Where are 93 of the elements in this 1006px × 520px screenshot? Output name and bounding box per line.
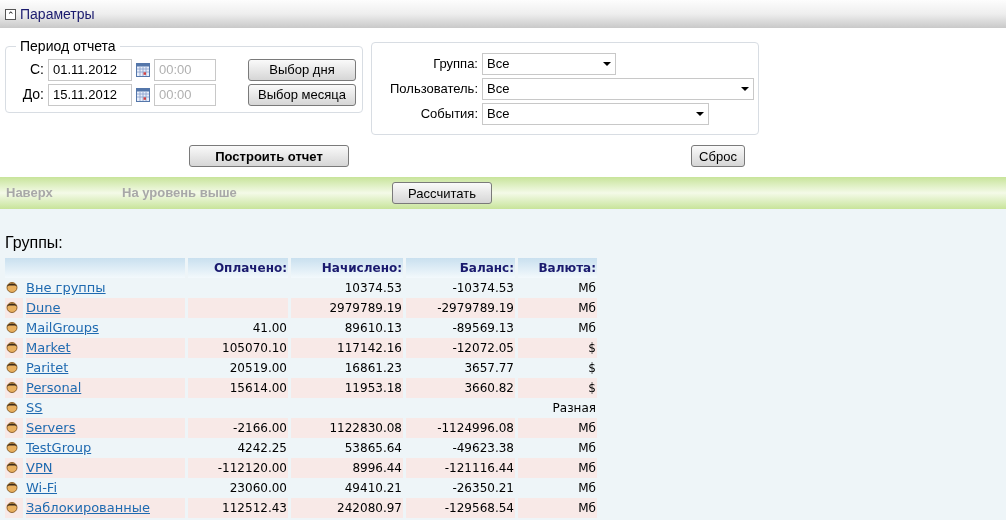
column-header: Начислено: [291, 258, 403, 278]
calendar-icon[interactable] [136, 62, 150, 77]
header-title: Параметры [20, 4, 95, 24]
date-label: С: [29, 60, 44, 79]
table-cell: 242080.97 [337, 501, 402, 515]
group-link[interactable]: SS [26, 400, 43, 416]
table-cell: Мб [578, 281, 596, 295]
calculate-button[interactable]: Рассчитать [392, 182, 492, 204]
groups-title: Группы: [5, 233, 64, 253]
time-field[interactable]: 00:00 [154, 83, 216, 106]
table-cell: -49623.38 [452, 441, 514, 455]
caret-icon [696, 112, 704, 116]
table-cell: -1124996.08 [437, 421, 514, 435]
caret-icon [741, 87, 749, 91]
table-cell: 8996.44 [352, 461, 402, 475]
table-cell: 53865.64 [344, 441, 402, 455]
table-cell: Мб [578, 321, 596, 335]
user-icon [5, 341, 19, 355]
table-cell: -2166.00 [233, 421, 287, 435]
table-cell: -12072.05 [452, 341, 514, 355]
user-icon [5, 461, 19, 475]
user-icon [5, 381, 19, 395]
table-cell: 105070.10 [222, 341, 287, 355]
table-cell: 112512.43 [222, 501, 287, 515]
table-cell: 10374.53 [344, 281, 402, 295]
table-cell: -121116.44 [444, 461, 514, 475]
user-icon [5, 421, 19, 435]
table-cell: 23060.00 [229, 481, 287, 495]
filter-dropdown[interactable]: Все [482, 103, 709, 125]
table-cell: Мб [578, 481, 596, 495]
table-cell: 11953.18 [344, 381, 402, 395]
group-link[interactable]: Dune [26, 300, 61, 316]
calendar-icon[interactable] [136, 87, 150, 102]
table-cell: $ [588, 361, 596, 375]
table-cell: 4242.25 [237, 441, 287, 455]
caret-icon [603, 62, 611, 66]
user-icon [5, 281, 19, 295]
group-link[interactable]: Вне группы [26, 280, 106, 296]
reset-button[interactable]: Сброс [691, 145, 745, 167]
table-cell: Мб [578, 421, 596, 435]
table-cell: Мб [578, 461, 596, 475]
day-select-button[interactable]: Выбор дня [248, 58, 356, 81]
group-link[interactable]: Wi-Fi [26, 480, 57, 496]
user-icon [5, 321, 19, 335]
table-cell: 49410.21 [344, 481, 402, 495]
date-field[interactable]: 15.11.2012 [48, 83, 132, 106]
collapse-icon[interactable]: ⌃ [5, 8, 16, 20]
table-cell: 16861.23 [344, 361, 402, 375]
table-cell: 41.00 [252, 321, 287, 335]
group-link[interactable]: Paritet [26, 360, 69, 376]
table-cell: -2979789.19 [437, 301, 514, 315]
build-report-button[interactable]: Построить отчет [189, 145, 349, 167]
filter-label: Пользователь: [389, 80, 478, 99]
table-cell: -26350.21 [452, 481, 514, 495]
table-cell: 3657.77 [464, 361, 514, 375]
table-cell: Мб [578, 301, 596, 315]
group-link[interactable]: TestGroup [26, 440, 92, 456]
table-cell: 2979789.19 [329, 301, 402, 315]
column-header: Оплачено: [188, 258, 288, 278]
filter-dropdown[interactable]: Все [482, 53, 616, 75]
filter-label: События: [419, 105, 478, 124]
column-header: Валюта: [518, 258, 597, 278]
table-cell: 1122830.08 [329, 421, 402, 435]
table-cell: 89610.13 [344, 321, 402, 335]
table-cell: $ [588, 341, 596, 355]
table-cell: $ [588, 381, 596, 395]
month-select-button[interactable]: Выбор месяца [248, 83, 356, 106]
table-cell: -112120.00 [217, 461, 287, 475]
table-cell: Разная [552, 401, 596, 415]
user-icon [5, 481, 19, 495]
table-cell: 15614.00 [229, 381, 287, 395]
user-icon [5, 501, 19, 515]
table-cell: -10374.53 [452, 281, 514, 295]
date-field[interactable]: 01.11.2012 [48, 58, 132, 81]
filter-dropdown[interactable]: Все [482, 78, 754, 100]
group-link[interactable]: MailGroups [26, 320, 99, 336]
time-field[interactable]: 00:00 [154, 58, 216, 81]
user-icon [5, 301, 19, 315]
date-label: До: [21, 85, 44, 104]
column-header: Баланс: [406, 258, 515, 278]
table-cell: 117142.16 [337, 341, 402, 355]
filter-label: Группа: [432, 55, 478, 74]
group-link[interactable]: VPN [26, 460, 53, 476]
user-icon [5, 361, 19, 375]
period-title: Период отчета [19, 37, 117, 56]
table-cell: Мб [578, 441, 596, 455]
table-cell: Мб [578, 501, 596, 515]
table-cell: 20519.00 [229, 361, 287, 375]
table-cell: -129568.54 [444, 501, 514, 515]
table-cell: 3660.82 [464, 381, 514, 395]
user-icon [5, 441, 19, 455]
table-cell: -89569.13 [452, 321, 514, 335]
user-icon [5, 401, 19, 415]
